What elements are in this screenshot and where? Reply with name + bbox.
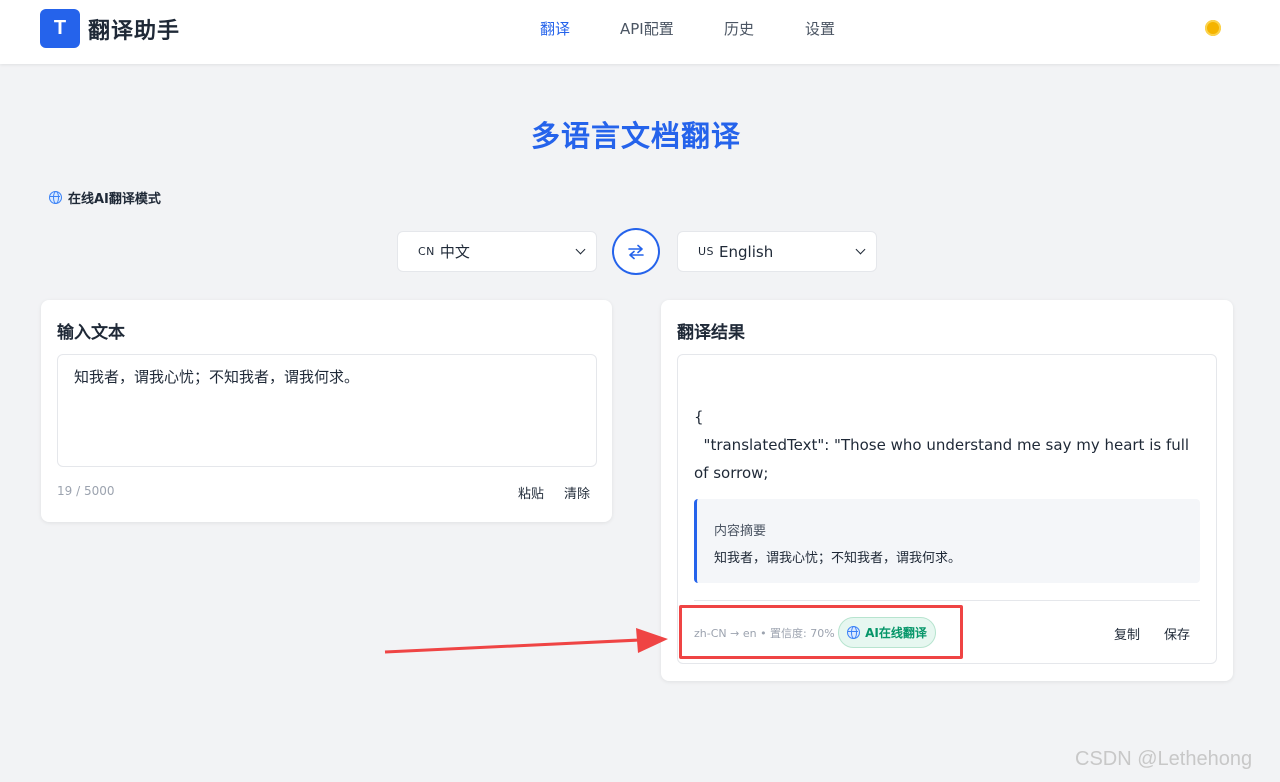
char-count: 19 / 5000 — [57, 484, 115, 498]
result-output: { "translatedText": "Those who understan… — [677, 354, 1217, 664]
paste-button[interactable]: 粘贴 — [518, 483, 544, 502]
source-language-select[interactable]: CN 中文 — [397, 231, 597, 272]
translated-text: { "translatedText": "Those who understan… — [694, 408, 1190, 482]
source-text-input[interactable]: 知我者，谓我心忧；不知我者，谓我何求。 — [57, 354, 597, 467]
chevron-down-icon — [575, 244, 586, 255]
ai-badge-label: AI在线翻译 — [865, 626, 927, 640]
input-card-title: 输入文本 — [57, 323, 125, 343]
copy-button[interactable]: 复制 — [1114, 624, 1140, 643]
nav-item-history[interactable]: 历史 — [724, 18, 754, 39]
swap-icon — [628, 244, 644, 259]
sun-icon[interactable] — [1205, 20, 1221, 36]
nav-item-translate[interactable]: 翻译 — [540, 18, 570, 39]
source-language-label: 中文 — [439, 243, 470, 261]
target-flag: US — [698, 245, 715, 258]
page-title: 多语言文档翻译 — [530, 119, 741, 153]
watermark: CSDN @Lethehong — [1075, 748, 1253, 770]
top-navbar: T 翻译助手 翻译 API配置 历史 设置 — [0, 0, 1280, 64]
result-card: 翻译结果 { "translatedText": "Those who unde… — [661, 300, 1233, 681]
save-button[interactable]: 保存 — [1164, 624, 1190, 643]
chevron-down-icon — [855, 244, 866, 255]
summary-label: 内容摘要 — [714, 524, 767, 539]
result-card-title: 翻译结果 — [677, 323, 745, 343]
nav-item-api-config[interactable]: API配置 — [620, 18, 674, 39]
source-flag: CN — [418, 245, 435, 258]
summary-text: 知我者，谓我心忧；不知我者，谓我何求。 — [714, 551, 962, 566]
divider — [694, 600, 1200, 601]
globe-icon — [847, 626, 861, 639]
mode-label: 在线AI翻译模式 — [68, 191, 161, 207]
ai-online-badge: AI在线翻译 — [838, 617, 936, 648]
target-language-label: English — [719, 242, 774, 261]
globe-icon — [49, 190, 62, 204]
swap-languages-button[interactable] — [612, 228, 660, 275]
clear-button[interactable]: 清除 — [564, 483, 590, 502]
mode-indicator: 在线AI翻译模式 — [49, 188, 161, 207]
nav-item-settings[interactable]: 设置 — [805, 18, 835, 39]
translation-meta: zh-CN → en • 置信度: 70% — [694, 627, 835, 640]
main-nav: 翻译 API配置 历史 设置 — [0, 18, 1280, 42]
target-language-select[interactable]: US English — [677, 231, 877, 272]
summary-block: 内容摘要 知我者，谓我心忧；不知我者，谓我何求。 — [694, 499, 1200, 583]
input-card: 输入文本 知我者，谓我心忧；不知我者，谓我何求。 19 / 5000 粘贴 清除 — [41, 300, 612, 522]
